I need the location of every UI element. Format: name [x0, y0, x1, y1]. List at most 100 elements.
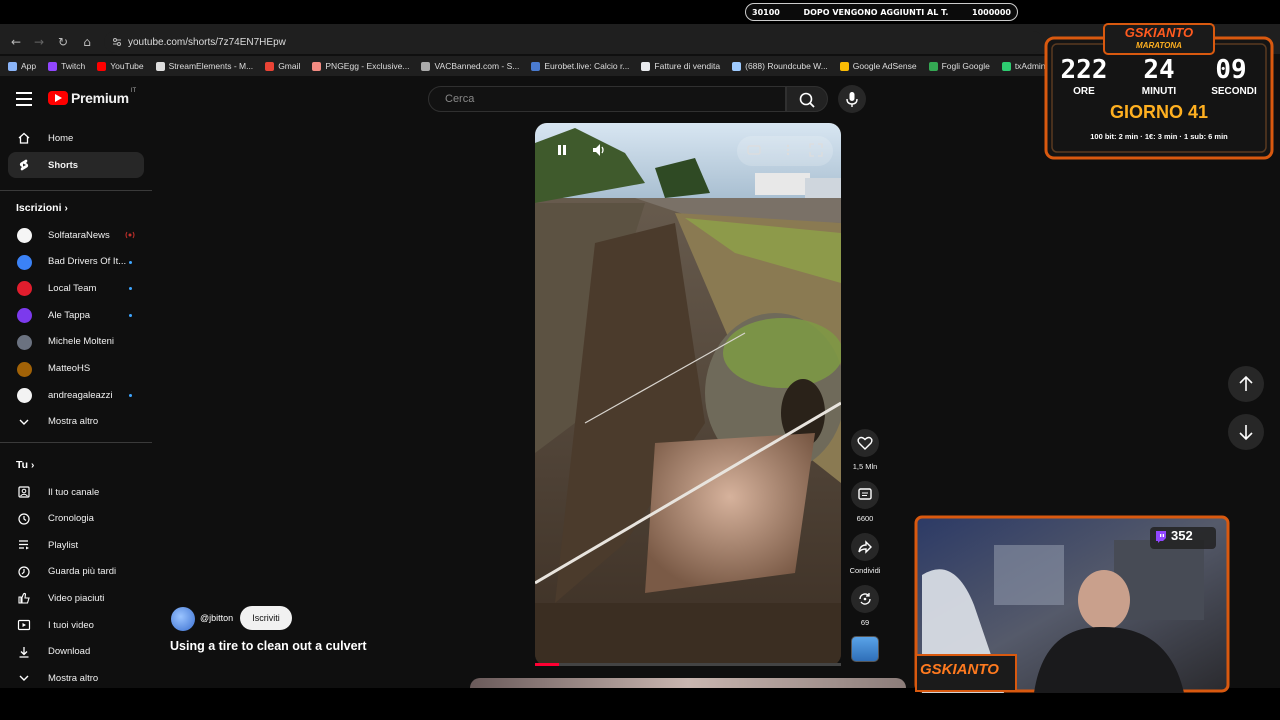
- chevron-down-icon: [19, 419, 29, 425]
- subscriptions-heading[interactable]: Iscrizioni ›: [16, 202, 68, 214]
- bookmarks-bar: App Twitch YouTube StreamElements - M... Gma…: [0, 56, 1045, 76]
- like-button[interactable]: [851, 429, 879, 457]
- bookmark-item[interactable]: YouTube: [97, 61, 144, 71]
- twitch-viewers-icon: [1156, 531, 1166, 543]
- address-bar[interactable]: youtube.com/shorts/7z74EN7HEpw: [104, 31, 1044, 53]
- bookmark-label: (688) Roundcube W...: [745, 61, 828, 71]
- bookmark-label: Fogli Google: [941, 61, 990, 71]
- captions-icon[interactable]: [747, 143, 761, 157]
- sidebar-item-you[interactable]: Guarda più tardi: [8, 559, 144, 585]
- remix-icon: [859, 593, 871, 605]
- bookmark-icon: [928, 61, 938, 71]
- watch-later-icon: [18, 566, 30, 578]
- remix-count: 69: [860, 618, 870, 627]
- timer-hours: 222: [1060, 55, 1108, 85]
- channel-name[interactable]: @jbitton: [200, 613, 233, 623]
- subscription-item[interactable]: Ale Tappa: [8, 302, 144, 328]
- bookmark-item[interactable]: Gmail: [265, 61, 300, 71]
- bookmark-item[interactable]: PNGEgg - Exclusive...: [312, 61, 409, 71]
- bookmark-item[interactable]: Fogli Google: [928, 61, 990, 71]
- bookmark-label: Twitch: [61, 61, 86, 71]
- home-browser-icon[interactable]: ⌂: [79, 34, 95, 50]
- logo-text: Premium: [71, 90, 129, 106]
- comment-button[interactable]: [851, 481, 879, 509]
- reload-icon[interactable]: ↻: [55, 34, 71, 50]
- new-content-dot: [129, 287, 132, 291]
- remix-button[interactable]: [851, 585, 879, 613]
- subscription-item[interactable]: Local Team: [8, 275, 144, 301]
- fullscreen-icon[interactable]: [809, 143, 823, 157]
- video-progress-bar[interactable]: [535, 663, 841, 666]
- next-short-button[interactable]: [1228, 414, 1264, 450]
- new-content-dot: [129, 314, 132, 318]
- bookmark-item[interactable]: StreamElements - M...: [155, 61, 253, 71]
- sidebar-item-you[interactable]: Download: [8, 639, 144, 665]
- you-heading-text: Tu: [16, 459, 29, 471]
- subscription-item[interactable]: Mostra altro: [8, 409, 144, 435]
- youtube-premium-logo[interactable]: Premium IT: [48, 88, 136, 106]
- channel-avatar: [17, 228, 32, 243]
- subscription-item[interactable]: SolfataraNews: [8, 222, 144, 248]
- subscription-item[interactable]: Bad Drivers Of It...: [8, 249, 144, 275]
- channel-avatar: [17, 334, 32, 350]
- sidebar-item-you[interactable]: Video piaciuti: [8, 585, 144, 611]
- timer-minutes-label: MINUTI: [1141, 86, 1177, 97]
- subscription-label: andreagaleazzi: [48, 389, 113, 401]
- sidebar-divider: [0, 442, 152, 443]
- bookmark-icon: [839, 61, 849, 71]
- sidebar-item-you[interactable]: Playlist: [8, 532, 144, 558]
- bookmark-icon: [8, 61, 17, 71]
- forward-icon[interactable]: →: [31, 34, 47, 50]
- subscription-item[interactable]: MatteoHS: [8, 356, 144, 382]
- search-button[interactable]: [786, 86, 828, 112]
- subscribe-button[interactable]: Iscriviti: [240, 606, 292, 630]
- bookmark-item[interactable]: Fatture di vendita: [641, 61, 720, 71]
- short-title[interactable]: Using a tire to clean out a culvert: [170, 639, 367, 653]
- sidebar-item-label: Shorts: [48, 159, 79, 171]
- bookmark-label: Google AdSense: [852, 61, 917, 71]
- share-icon: [858, 540, 872, 554]
- you-heading[interactable]: Tu ›: [16, 459, 34, 471]
- pause-icon[interactable]: [555, 143, 569, 157]
- sidebar-item-label: Cronologia: [48, 513, 94, 525]
- bookmark-icon: [421, 61, 431, 71]
- ticker-message: DOPO VENGONO AGGIUNTI AL T.: [803, 7, 949, 17]
- video-progress-fill: [535, 663, 560, 666]
- back-icon[interactable]: ←: [8, 34, 24, 50]
- site-info-icon[interactable]: [112, 37, 122, 47]
- sidebar-item-label: Il tuo canale: [48, 486, 100, 498]
- bookmark-item[interactable]: VACBanned.com - S...: [421, 61, 519, 71]
- chevron-down-icon: [19, 675, 29, 682]
- more-options-icon[interactable]: [781, 143, 795, 157]
- sidebar-item-home[interactable]: Home: [8, 125, 144, 151]
- timer-subtitle: MARATONA: [1136, 41, 1182, 50]
- previous-short-button[interactable]: [1228, 366, 1264, 402]
- menu-icon[interactable]: [16, 92, 32, 106]
- short-video-player[interactable]: [535, 123, 841, 666]
- marathon-timer-overlay: GSKIANTO MARATONA 222 24 09 ORE MINUTI S…: [1042, 22, 1276, 162]
- search-icon: [799, 92, 815, 108]
- volume-icon[interactable]: [591, 142, 607, 158]
- share-label: Condividi: [849, 566, 881, 575]
- channel-avatar: [17, 308, 32, 324]
- history-icon: [18, 512, 30, 525]
- sound-thumbnail[interactable]: [851, 636, 879, 662]
- search-input[interactable]: Cerca: [428, 86, 786, 112]
- sidebar-item-you[interactable]: Il tuo canale: [8, 479, 144, 505]
- channel-avatar[interactable]: [171, 607, 195, 631]
- sidebar-item-shorts[interactable]: Shorts: [8, 152, 144, 178]
- bookmark-item[interactable]: Google AdSense: [839, 61, 917, 71]
- bookmark-item[interactable]: Twitch: [48, 61, 85, 71]
- share-button[interactable]: [851, 533, 879, 561]
- subscription-item[interactable]: Michele Molteni: [8, 329, 144, 355]
- chevron-right-icon: ›: [64, 203, 68, 214]
- voice-search-button[interactable]: [838, 85, 866, 113]
- subscriptions-heading-text: Iscrizioni: [16, 202, 62, 214]
- bookmark-item[interactable]: Eurobet.live: Calcio r...: [531, 61, 629, 71]
- bookmark-item[interactable]: txAdmin: [1001, 61, 1045, 71]
- bookmark-item[interactable]: (688) Roundcube W...: [732, 61, 828, 71]
- subscription-item[interactable]: andreagaleazzi: [8, 382, 144, 408]
- sidebar-item-you[interactable]: I tuoi video: [8, 612, 144, 638]
- sidebar-item-you[interactable]: Cronologia: [8, 506, 144, 532]
- bookmark-item[interactable]: App: [8, 61, 36, 71]
